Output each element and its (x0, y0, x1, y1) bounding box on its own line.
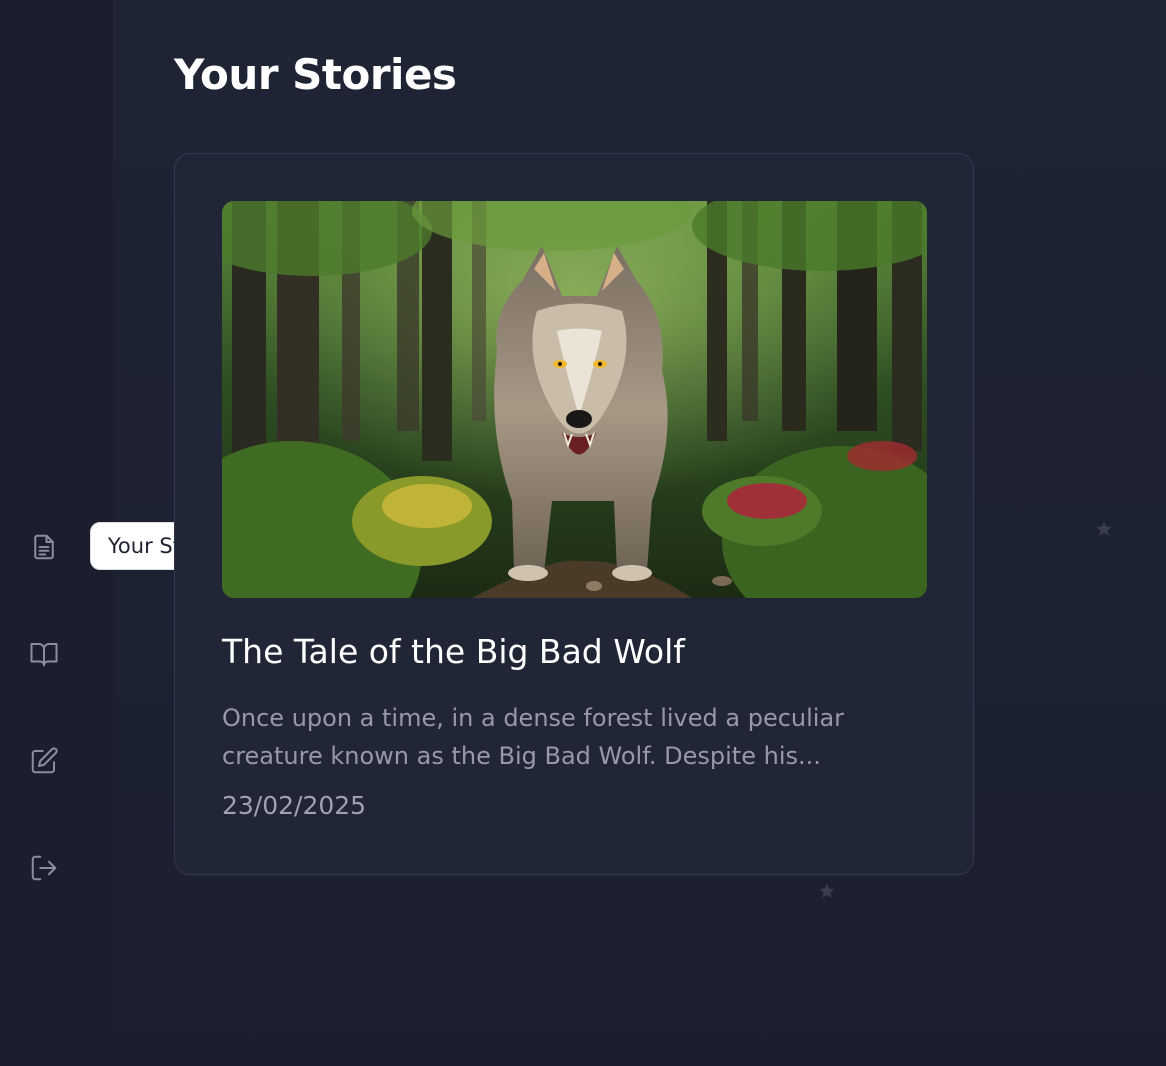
star-icon (1096, 521, 1112, 536)
edit-icon (31, 747, 58, 774)
page-title: Your Stories (174, 50, 457, 99)
sidebar-item-library[interactable] (26, 636, 62, 672)
star-icon (819, 883, 835, 898)
story-date: 23/02/2025 (222, 791, 367, 820)
story-excerpt: Once upon a time, in a dense forest live… (222, 704, 845, 770)
sidebar-item-your-stories[interactable] (26, 529, 62, 565)
sidebar-item-logout[interactable] (26, 850, 62, 886)
book-open-icon (30, 643, 58, 667)
story-card[interactable]: The Tale of the Big Bad Wolf Once upon a… (174, 153, 974, 875)
story-cover-image (222, 201, 927, 598)
document-icon (34, 534, 54, 560)
sidebar-item-write[interactable] (26, 743, 62, 779)
logout-icon (31, 855, 57, 881)
story-title[interactable]: The Tale of the Big Bad Wolf (222, 632, 685, 671)
